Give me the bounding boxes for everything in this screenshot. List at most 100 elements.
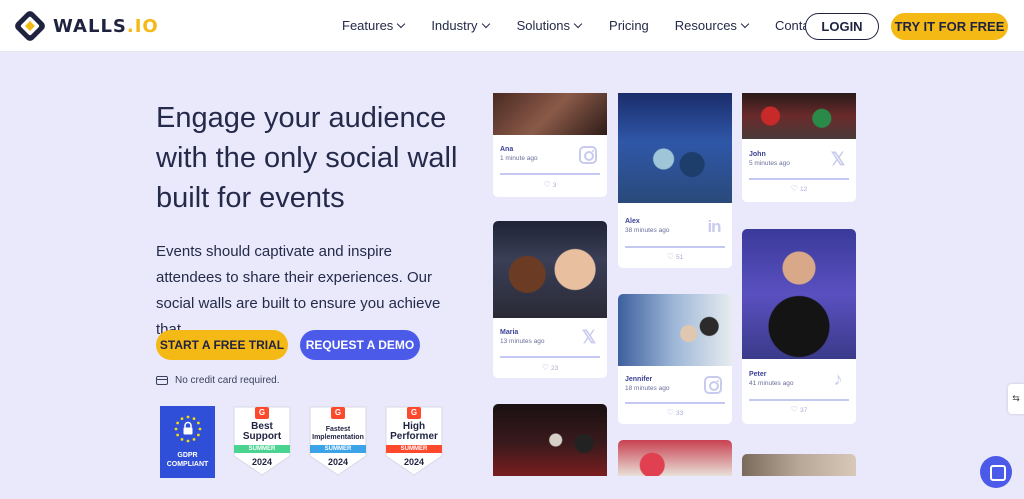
social-post-card[interactable]: Maria 13 minutes ago 𝕏 ♡ 23	[493, 221, 607, 378]
feedback-side-tab[interactable]: ⇆	[1008, 384, 1024, 414]
g2-badge-season: SUMMER	[386, 445, 442, 453]
post-divider	[500, 356, 600, 358]
post-meta: Jennifer 18 minutes ago	[625, 376, 669, 392]
brand-logo[interactable]: WALLS.IO	[13, 9, 159, 43]
post-meta: Alex 38 minutes ago	[625, 218, 669, 234]
gdpr-badge: GDPR COMPLIANT	[160, 406, 215, 478]
post-photo	[742, 454, 856, 476]
nav-item-industry[interactable]: Industry	[431, 18, 490, 33]
post-author: Alex	[625, 218, 640, 225]
post-photo	[618, 93, 732, 203]
post-divider	[500, 173, 600, 175]
heart-icon: ♡	[790, 405, 798, 414]
chevron-down-icon	[573, 19, 583, 29]
top-navigation: WALLS.IO Features Industry Solutions Pri…	[0, 0, 1024, 52]
nav-item-solutions[interactable]: Solutions	[516, 18, 583, 33]
g2-badge-best-support: G Best Support SUMMER 2024	[233, 406, 291, 476]
brand-name-suffix: .IO	[126, 15, 159, 37]
g2-logo-icon: G	[331, 407, 345, 419]
brand-name-main: WALLS	[53, 15, 127, 37]
post-meta: Peter 41 minutes ago	[749, 371, 793, 387]
gdpr-badge-line2: COMPLIANT	[166, 461, 209, 468]
social-post-card[interactable]: Peter 41 minutes ago ♪ ♡ 37	[742, 229, 856, 424]
g2-badge-year: 2024	[403, 457, 425, 467]
post-author: Maria	[500, 329, 519, 336]
social-post-card[interactable]	[493, 404, 607, 476]
x-icon: 𝕏	[830, 149, 846, 169]
social-post-card[interactable]: John 5 minutes ago 𝕏 ♡ 12	[742, 93, 856, 202]
login-button[interactable]: LOGIN	[805, 13, 879, 40]
post-photo	[618, 294, 732, 366]
post-author: Ana	[500, 146, 514, 153]
hero-description: Events should captivate and inspire atte…	[156, 243, 441, 338]
nav-item-label: Features	[342, 18, 394, 33]
g2-badge-season: SUMMER	[234, 445, 290, 453]
nav-item-label: Industry	[431, 18, 478, 33]
g2-badge-year: 2024	[251, 457, 273, 467]
post-photo	[618, 440, 732, 476]
nav-item-resources[interactable]: Resources	[674, 18, 750, 33]
g2-badge-title: High Performer	[390, 421, 438, 442]
g2-badge-high-performer: G High Performer SUMMER 2024	[385, 406, 443, 476]
gdpr-badge-line1: GDPR	[177, 452, 198, 459]
nav-item-features[interactable]: Features	[342, 18, 406, 33]
request-demo-button[interactable]: REQUEST A DEMO	[300, 330, 420, 360]
eu-stars-lock-icon	[174, 415, 202, 443]
chevron-down-icon	[740, 19, 750, 29]
post-likes-count: 3	[552, 182, 557, 189]
nav-item-label: Resources	[674, 18, 737, 33]
post-meta: Ana 1 minute ago	[500, 146, 538, 162]
post-time: 38 minutes ago	[625, 227, 670, 234]
post-photo	[742, 93, 856, 139]
post-meta: John 5 minutes ago	[749, 151, 790, 167]
post-likes-count: 33	[675, 410, 684, 417]
instagram-icon	[579, 146, 599, 166]
main-menu: Features Industry Solutions Pricing Reso…	[342, 18, 820, 33]
credit-card-icon	[156, 376, 168, 385]
post-time: 18 minutes ago	[625, 385, 670, 392]
post-time: 41 minutes ago	[749, 380, 794, 387]
post-photo	[742, 229, 856, 359]
no-credit-card-text: No credit card required.	[175, 375, 280, 386]
social-post-card[interactable]: Alex 38 minutes ago in ♡ 51	[618, 93, 732, 268]
post-time: 13 minutes ago	[500, 338, 545, 345]
g2-badge-season: SUMMER	[310, 445, 366, 453]
post-photo	[493, 221, 607, 318]
post-divider	[625, 402, 725, 404]
post-likes: ♡ 51	[618, 252, 732, 261]
chat-launcher-button[interactable]	[980, 456, 1012, 488]
post-likes: ♡ 12	[742, 184, 856, 193]
post-time: 1 minute ago	[500, 155, 538, 162]
social-post-card[interactable]	[618, 440, 732, 476]
heart-icon: ♡	[666, 252, 674, 261]
post-time: 5 minutes ago	[749, 160, 790, 167]
heart-icon: ♡	[541, 363, 549, 372]
try-free-button[interactable]: TRY IT FOR FREE	[891, 13, 1008, 40]
post-likes-count: 37	[799, 407, 808, 414]
post-likes: ♡ 37	[742, 405, 856, 414]
post-divider	[749, 178, 849, 180]
social-post-card[interactable]	[742, 454, 856, 476]
post-photo	[493, 93, 607, 135]
nav-item-label: Pricing	[609, 18, 649, 33]
walls-logo-icon	[13, 9, 47, 43]
start-free-trial-button[interactable]: START A FREE TRIAL	[156, 330, 288, 360]
nav-item-pricing[interactable]: Pricing	[609, 18, 649, 33]
post-photo	[493, 404, 607, 476]
post-likes-count: 23	[550, 365, 559, 372]
linkedin-icon: in	[707, 217, 721, 236]
g2-badge-fastest-implementation: G Fastest Implementation SUMMER 2024	[309, 406, 367, 476]
no-credit-card-note: No credit card required.	[156, 375, 280, 386]
instagram-icon	[704, 376, 724, 396]
nav-item-label: Solutions	[516, 18, 571, 33]
post-likes-count: 12	[799, 186, 808, 193]
post-likes-count: 51	[675, 254, 684, 261]
social-post-card[interactable]: Jennifer 18 minutes ago ♡ 33	[618, 294, 732, 424]
post-divider	[625, 246, 725, 248]
brand-name: WALLS.IO	[53, 16, 159, 37]
post-author: John	[749, 151, 766, 158]
g2-logo-icon: G	[255, 407, 269, 419]
social-post-card[interactable]: Ana 1 minute ago ♡ 3	[493, 93, 607, 197]
post-author: Jennifer	[625, 376, 653, 383]
hero-title: Engage your audience with the only socia…	[156, 102, 458, 214]
